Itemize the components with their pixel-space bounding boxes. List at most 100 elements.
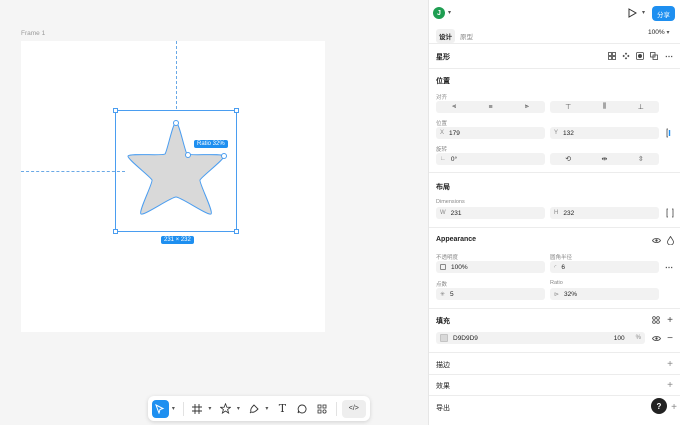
- chevron-down-icon[interactable]: ▾: [265, 405, 271, 412]
- panel-divider: [429, 395, 680, 396]
- align-right-icon[interactable]: ⫸: [509, 101, 545, 113]
- align-bottom-icon[interactable]: ⊥: [623, 101, 659, 113]
- eye-icon: [651, 237, 661, 243]
- ratio-value: 32%: [564, 290, 578, 298]
- apps-icon: [317, 404, 327, 414]
- selection-box[interactable]: [115, 110, 237, 232]
- rotate-icon[interactable]: ⟲: [550, 153, 586, 165]
- opacity-value: 100%: [451, 263, 468, 271]
- help-button[interactable]: ?: [651, 398, 667, 414]
- y-prefix: Y: [554, 130, 559, 136]
- play-icon: [628, 8, 638, 18]
- frame-icon: [191, 403, 202, 414]
- component-button[interactable]: [620, 50, 632, 62]
- y-position-input[interactable]: Y 132: [550, 127, 659, 139]
- visibility-toggle[interactable]: [650, 234, 662, 246]
- add-fill-icon[interactable]: +: [664, 314, 676, 326]
- align-center-vertical-icon[interactable]: ⫼: [586, 101, 622, 113]
- dev-mode-toggle[interactable]: </>: [341, 399, 366, 418]
- constraints-icon: [666, 128, 671, 138]
- panel-divider: [429, 43, 680, 44]
- text-tool-button[interactable]: T: [274, 400, 291, 418]
- fill-visibility-toggle[interactable]: [650, 332, 662, 344]
- x-position-input[interactable]: X 179: [436, 127, 545, 139]
- add-export-icon[interactable]: +: [668, 401, 680, 413]
- point-count-input[interactable]: ✳ 5: [436, 288, 545, 300]
- blend-mode-button[interactable]: [664, 234, 676, 246]
- chevron-down-icon[interactable]: ▾: [208, 405, 214, 412]
- pen-tool-button[interactable]: [245, 400, 262, 418]
- tab-design[interactable]: 设计: [436, 29, 455, 43]
- corner-radius-value: 6: [561, 263, 565, 271]
- add-stroke-icon[interactable]: +: [664, 358, 676, 370]
- fill-opacity: 100: [613, 334, 625, 342]
- align-top-icon[interactable]: ⊤: [550, 101, 586, 113]
- panel-divider: [429, 227, 680, 228]
- mask-button[interactable]: [634, 50, 646, 62]
- star-icon: [219, 403, 231, 414]
- variants-button[interactable]: [606, 50, 618, 62]
- height-input[interactable]: H 232: [550, 207, 659, 219]
- toolbar-divider: [182, 401, 184, 416]
- opacity-input[interactable]: 100%: [436, 261, 545, 273]
- toolbar-divider: [335, 401, 337, 416]
- more-options-icon[interactable]: ⋯: [663, 261, 675, 273]
- flip-horizontal-icon[interactable]: ⇹: [586, 153, 622, 165]
- align-center-horizontal-icon[interactable]: ≡: [472, 101, 508, 113]
- share-button[interactable]: 分享: [652, 6, 675, 21]
- more-options-icon[interactable]: ⋯: [663, 50, 675, 62]
- opacity-label: 不透明度: [436, 255, 459, 261]
- shape-tool-button[interactable]: [217, 400, 234, 418]
- appearance-section-title: Appearance: [436, 236, 477, 243]
- fill-input[interactable]: D9D9D9 100 %: [436, 332, 645, 344]
- resize-handle-top-right[interactable]: [234, 108, 239, 113]
- constrain-proportions-button[interactable]: [664, 207, 676, 219]
- corner-radius-input[interactable]: ◜ 6: [550, 261, 659, 273]
- comment-tool-button[interactable]: [294, 400, 311, 418]
- design-canvas[interactable]: Frame 1 Ratio 32% 231 × 232 ▾ ▾ ▾ ▾ T </…: [0, 0, 428, 425]
- rotation-input[interactable]: ∟ 0°: [436, 153, 545, 165]
- flip-vertical-icon[interactable]: ⇳: [623, 153, 659, 165]
- chevron-down-icon[interactable]: ▾: [642, 9, 645, 16]
- chevron-down-icon[interactable]: ▾: [172, 405, 178, 412]
- layer-name[interactable]: 星形: [436, 52, 450, 62]
- dimension-badge: 231 × 232: [161, 236, 194, 244]
- ratio-input[interactable]: ⊳ 32%: [550, 288, 659, 300]
- angle-icon: ∟: [440, 156, 446, 162]
- point-count-value: 5: [450, 290, 454, 298]
- chevron-down-icon[interactable]: ▾: [237, 405, 243, 412]
- frame-tool-button[interactable]: [188, 400, 205, 418]
- width-value: 231: [450, 209, 462, 217]
- resize-handle-top-left[interactable]: [113, 108, 118, 113]
- add-effect-icon[interactable]: +: [664, 379, 676, 391]
- tab-prototype[interactable]: 原型: [458, 29, 475, 43]
- boolean-button[interactable]: [648, 50, 660, 62]
- w-prefix: W: [440, 210, 446, 216]
- actions-tool-button[interactable]: [314, 400, 331, 418]
- comment-icon: [297, 404, 307, 413]
- avatar[interactable]: J: [433, 7, 445, 19]
- corner-radius-icon: ◜: [554, 264, 557, 271]
- x-value: 179: [449, 129, 460, 137]
- zoom-select[interactable]: 100% ▾: [648, 29, 669, 36]
- fill-swatch[interactable]: [440, 334, 448, 342]
- styles-button[interactable]: [650, 314, 662, 326]
- h-prefix: H: [554, 210, 559, 216]
- export-section-title: 导出: [436, 405, 450, 412]
- width-input[interactable]: W 231: [436, 207, 545, 219]
- fill-hex: D9D9D9: [453, 334, 478, 342]
- mask-icon: [636, 52, 644, 60]
- resize-handle-bottom-left[interactable]: [113, 229, 118, 234]
- frame-label[interactable]: Frame 1: [21, 30, 45, 37]
- vertical-align-group: ⊤ ⫼ ⊥: [550, 101, 659, 113]
- present-button[interactable]: [628, 8, 638, 20]
- constraints-button[interactable]: [664, 127, 676, 139]
- height-value: 232: [563, 209, 575, 217]
- chevron-down-icon[interactable]: ▾: [448, 9, 451, 16]
- panel-divider: [429, 352, 680, 353]
- resize-handle-bottom-right[interactable]: [234, 229, 239, 234]
- remove-fill-icon[interactable]: −: [664, 332, 676, 344]
- align-left-icon[interactable]: ⫷: [436, 101, 472, 113]
- cursor-icon: [155, 403, 165, 414]
- move-tool-button[interactable]: [152, 399, 169, 418]
